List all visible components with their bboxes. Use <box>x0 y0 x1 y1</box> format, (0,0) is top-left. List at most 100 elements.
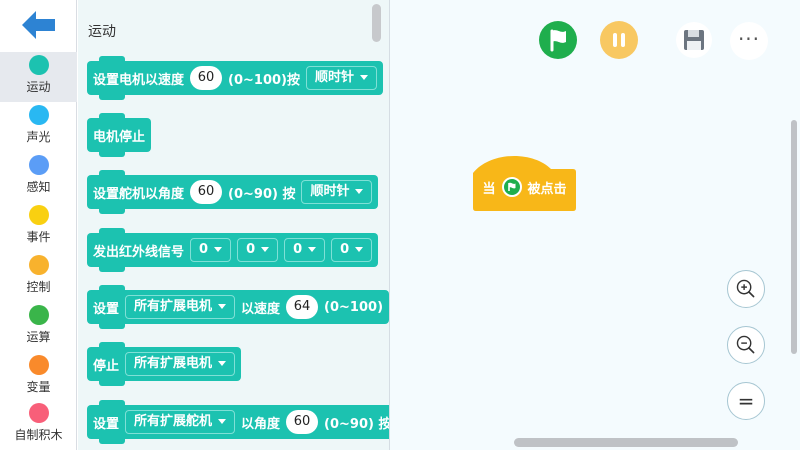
palette-title: 运动 <box>88 24 116 40</box>
dropdown-value: 0 <box>246 242 256 257</box>
save-icon[interactable] <box>676 22 712 58</box>
block-text: 以角度 <box>241 416 281 432</box>
block-text: (0~90) 按 <box>228 186 296 202</box>
zoom-in-icon[interactable] <box>727 270 765 308</box>
category-dot-icon <box>28 255 49 275</box>
category-label: 自制积木 <box>14 428 63 442</box>
workspace-horizontal-scrollbar[interactable] <box>514 438 738 447</box>
dropdown-value: 顺时针 <box>314 70 354 85</box>
palette-scrollbar[interactable] <box>372 4 381 42</box>
category-dot-icon <box>28 55 49 75</box>
motor-select-dropdown[interactable]: 所有扩展电机 <box>125 295 236 319</box>
category-events[interactable]: 事件 <box>0 202 77 252</box>
block-text: 设置 <box>93 301 120 317</box>
caret-down-icon <box>355 247 364 252</box>
when-flag-clicked-block[interactable]: 当 被点击 <box>473 155 576 211</box>
set-ext-motor-speed-block[interactable]: 设置 所有扩展电机 以速度 64 (0~100) <box>87 285 389 329</box>
category-control[interactable]: 控制 <box>0 252 77 302</box>
hat-prefix: 当 <box>482 181 496 197</box>
category-dot-icon <box>28 205 49 225</box>
set-servo-angle-block[interactable]: 设置舵机以角度 60 (0~90) 按 顺时针 <box>87 170 379 214</box>
block-text: 停止 <box>93 358 120 374</box>
caret-down-icon <box>360 75 368 80</box>
zoom-in-glyph <box>736 279 755 298</box>
servo-select-dropdown[interactable]: 所有扩展舵机 <box>125 410 236 434</box>
ir-value-dropdown[interactable]: 0 <box>190 238 232 262</box>
category-operators[interactable]: 运算 <box>0 302 77 352</box>
category-sensing[interactable]: 感知 <box>0 152 77 202</box>
block-text: 电机停止 <box>93 129 146 145</box>
block-text: 设置舵机以角度 <box>93 186 185 202</box>
block-text: (0~100)按 <box>228 72 300 88</box>
block-text: 发出红外线信号 <box>93 244 185 260</box>
stop-ext-motor-block[interactable]: 停止 所有扩展电机 <box>87 342 242 386</box>
caret-down-icon <box>218 419 227 424</box>
category-label: 运算 <box>26 330 51 344</box>
dropdown-value: 所有扩展电机 <box>134 356 213 371</box>
ir-value-dropdown[interactable]: 0 <box>284 238 326 262</box>
dropdown-value: 所有扩展电机 <box>134 299 213 314</box>
category-label: 感知 <box>26 180 51 194</box>
block-text: 设置电机以速度 <box>93 72 185 88</box>
floppy-glyph <box>684 30 704 50</box>
speed-input[interactable]: 60 <box>190 66 223 90</box>
set-ext-servo-angle-block[interactable]: 设置 所有扩展舵机 以角度 60 (0~90) 按 <box>87 400 389 444</box>
block-text: 以速度 <box>241 301 281 317</box>
angle-input[interactable]: 60 <box>190 180 223 204</box>
pause-icon[interactable] <box>600 21 638 59</box>
dropdown-value: 顺时针 <box>310 184 350 199</box>
arrow-left-icon[interactable] <box>22 10 56 40</box>
category-dot-icon <box>28 105 49 125</box>
flag-glyph <box>550 29 566 52</box>
dropdown-value: 所有扩展舵机 <box>134 414 213 429</box>
send-ir-signal-block[interactable]: 发出红外线信号 0 0 0 0 <box>87 228 379 272</box>
workspace-vertical-scrollbar[interactable] <box>791 120 797 354</box>
direction-dropdown[interactable]: 顺时针 <box>305 66 377 90</box>
green-flag-icon <box>501 177 522 197</box>
hat-suffix: 被点击 <box>527 181 567 197</box>
caret-down-icon <box>214 247 223 252</box>
category-label: 声光 <box>26 130 51 144</box>
caret-down-icon <box>308 247 317 252</box>
ir-value-dropdown[interactable]: 0 <box>331 238 373 262</box>
motor-stop-block[interactable]: 电机停止 <box>87 113 152 157</box>
block-text: (0~100) <box>324 299 384 315</box>
direction-dropdown[interactable]: 顺时针 <box>301 180 373 204</box>
angle-input[interactable]: 60 <box>286 410 319 434</box>
category-sidebar: 运动 声光 感知 事件 控制 运算 变量 自制积木 <box>0 0 77 450</box>
category-dot-icon <box>28 355 49 375</box>
caret-down-icon <box>355 189 364 194</box>
speed-input[interactable]: 64 <box>286 295 319 319</box>
category-variables[interactable]: 变量 <box>0 352 77 402</box>
block-text: (0~90) 按 <box>324 416 389 432</box>
green-flag-icon[interactable] <box>539 21 577 59</box>
category-label: 控制 <box>26 280 51 294</box>
category-label: 运动 <box>26 80 51 94</box>
category-my-blocks[interactable]: 自制积木 <box>0 400 77 450</box>
more-icon[interactable]: ··· <box>730 22 768 60</box>
pause-glyph <box>613 33 625 47</box>
dropdown-value: 0 <box>340 242 350 257</box>
category-label: 事件 <box>26 230 51 244</box>
motor-select-dropdown[interactable]: 所有扩展电机 <box>125 352 236 376</box>
category-sound-light[interactable]: 声光 <box>0 102 77 152</box>
block-text: 设置 <box>93 416 120 432</box>
zoom-reset-button[interactable]: = <box>727 382 765 420</box>
zoom-out-glyph <box>736 335 755 354</box>
category-dot-icon <box>28 305 49 325</box>
dropdown-value: 0 <box>293 242 303 257</box>
caret-down-icon <box>261 247 270 252</box>
category-dot-icon <box>28 403 49 423</box>
hat-block-content: 当 被点击 <box>473 177 576 197</box>
category-dot-icon <box>28 155 49 175</box>
caret-down-icon <box>218 361 227 366</box>
zoom-out-icon[interactable] <box>727 326 765 364</box>
category-label: 变量 <box>26 380 51 394</box>
block-palette: 运动 设置电机以速度 60 (0~100)按 顺时针 电机停止 设置舵机以角度 … <box>78 0 389 450</box>
category-motion[interactable]: 运动 <box>0 52 77 102</box>
set-motor-speed-block[interactable]: 设置电机以速度 60 (0~100)按 顺时针 <box>87 56 383 100</box>
dropdown-value: 0 <box>199 242 209 257</box>
code-workspace[interactable]: ··· 当 被点击 = <box>389 0 800 450</box>
caret-down-icon <box>218 304 227 309</box>
ir-value-dropdown[interactable]: 0 <box>237 238 279 262</box>
